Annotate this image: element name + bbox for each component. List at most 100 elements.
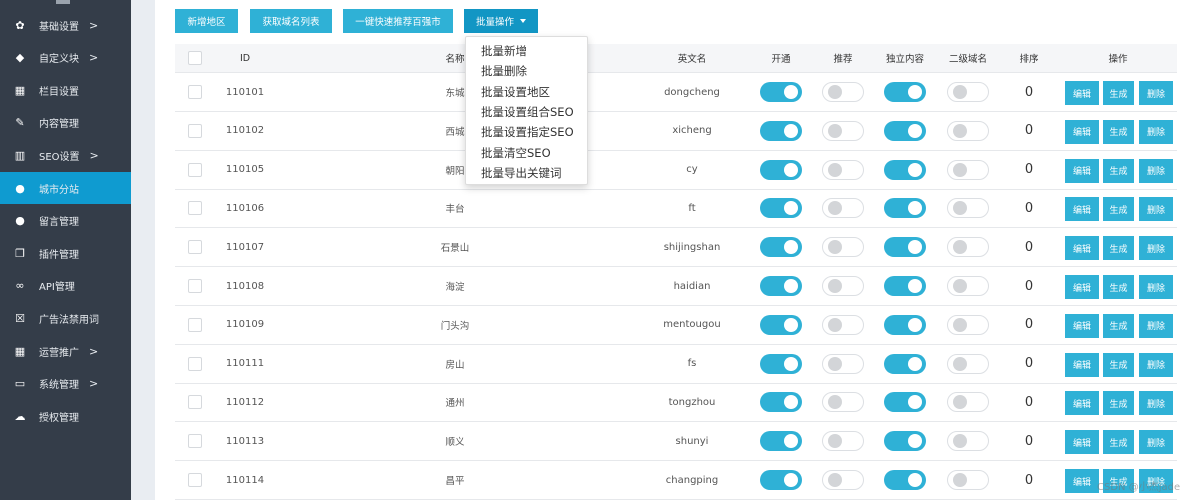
menu-handle-icon[interactable] xyxy=(56,0,70,4)
recommend-toggle[interactable] xyxy=(822,82,864,102)
recommend-toggle[interactable] xyxy=(822,276,864,296)
sidebar-item-10[interactable]: ▦ 运营推广 > xyxy=(0,335,131,367)
batch-operations-button[interactable]: 批量操作 xyxy=(464,9,538,33)
fetch-domain-list-button[interactable]: 获取域名列表 xyxy=(250,9,332,33)
generate-button[interactable]: 生成 xyxy=(1103,236,1134,261)
batch-menu-item[interactable]: 批量导出关键词 xyxy=(466,163,587,183)
add-region-button[interactable]: 新增地区 xyxy=(175,9,238,33)
recommend-top-cities-button[interactable]: 一键快速推荐百强市 xyxy=(343,9,453,33)
edit-button[interactable]: 编辑 xyxy=(1065,430,1099,455)
subdomain-toggle[interactable] xyxy=(947,470,989,490)
independent-content-toggle[interactable] xyxy=(884,470,926,490)
edit-button[interactable]: 编辑 xyxy=(1065,313,1099,338)
row-checkbox[interactable] xyxy=(188,85,202,99)
recommend-toggle[interactable] xyxy=(822,198,864,219)
open-toggle[interactable] xyxy=(760,198,802,219)
delete-button[interactable]: 删除 xyxy=(1139,352,1173,377)
row-checkbox[interactable] xyxy=(188,317,202,332)
generate-button[interactable]: 生成 xyxy=(1103,119,1134,144)
delete-button[interactable]: 删除 xyxy=(1139,391,1173,416)
batch-menu-item[interactable]: 批量清空SEO xyxy=(466,142,587,162)
subdomain-toggle[interactable] xyxy=(947,237,989,258)
generate-button[interactable]: 生成 xyxy=(1103,275,1134,299)
sidebar-item-4[interactable]: ▥ SEO设置 > xyxy=(0,139,131,171)
open-toggle[interactable] xyxy=(760,237,802,258)
edit-button[interactable]: 编辑 xyxy=(1065,275,1099,299)
batch-menu-item[interactable]: 批量新增 xyxy=(466,41,587,61)
generate-button[interactable]: 生成 xyxy=(1103,352,1134,377)
generate-button[interactable]: 生成 xyxy=(1103,430,1134,455)
delete-button[interactable]: 删除 xyxy=(1139,81,1173,105)
select-all-checkbox[interactable] xyxy=(188,51,202,65)
batch-menu-item[interactable]: 批量删除 xyxy=(466,61,587,81)
generate-button[interactable]: 生成 xyxy=(1103,391,1134,416)
sidebar-item-1[interactable]: ◆ 自定义块 > xyxy=(0,42,131,74)
recommend-toggle[interactable] xyxy=(822,237,864,258)
delete-button[interactable]: 删除 xyxy=(1139,275,1173,299)
sidebar-item-6[interactable]: ● 留言管理 xyxy=(0,205,131,237)
subdomain-toggle[interactable] xyxy=(947,353,989,374)
recommend-toggle[interactable] xyxy=(822,392,864,413)
row-checkbox[interactable] xyxy=(188,123,202,138)
open-toggle[interactable] xyxy=(760,314,802,335)
edit-button[interactable]: 编辑 xyxy=(1065,236,1099,261)
open-toggle[interactable] xyxy=(760,470,802,490)
sidebar-item-7[interactable]: ❐ 插件管理 xyxy=(0,237,131,269)
recommend-toggle[interactable] xyxy=(822,159,864,180)
row-checkbox[interactable] xyxy=(188,473,202,487)
row-checkbox[interactable] xyxy=(188,240,202,255)
subdomain-toggle[interactable] xyxy=(947,314,989,335)
open-toggle[interactable] xyxy=(760,431,802,452)
independent-content-toggle[interactable] xyxy=(884,120,926,141)
open-toggle[interactable] xyxy=(760,276,802,296)
sidebar-item-2[interactable]: ▦ 栏目设置 xyxy=(0,74,131,106)
edit-button[interactable]: 编辑 xyxy=(1065,197,1099,222)
open-toggle[interactable] xyxy=(760,120,802,141)
subdomain-toggle[interactable] xyxy=(947,120,989,141)
delete-button[interactable]: 删除 xyxy=(1139,236,1173,261)
independent-content-toggle[interactable] xyxy=(884,431,926,452)
generate-button[interactable]: 生成 xyxy=(1103,313,1134,338)
recommend-toggle[interactable] xyxy=(822,120,864,141)
row-checkbox[interactable] xyxy=(188,162,202,177)
independent-content-toggle[interactable] xyxy=(884,237,926,258)
edit-button[interactable]: 编辑 xyxy=(1065,119,1099,144)
open-toggle[interactable] xyxy=(760,392,802,413)
independent-content-toggle[interactable] xyxy=(884,353,926,374)
subdomain-toggle[interactable] xyxy=(947,82,989,102)
independent-content-toggle[interactable] xyxy=(884,198,926,219)
batch-menu-item[interactable]: 批量设置指定SEO xyxy=(466,122,587,142)
sidebar-item-5[interactable]: ● 城市分站 xyxy=(0,172,131,204)
independent-content-toggle[interactable] xyxy=(884,159,926,180)
generate-button[interactable]: 生成 xyxy=(1103,81,1134,105)
sidebar-item-8[interactable]: ∞ API管理 xyxy=(0,270,131,302)
edit-button[interactable]: 编辑 xyxy=(1065,352,1099,377)
row-checkbox[interactable] xyxy=(188,356,202,371)
row-checkbox[interactable] xyxy=(188,434,202,449)
sidebar-item-11[interactable]: ▭ 系统管理 > xyxy=(0,368,131,400)
subdomain-toggle[interactable] xyxy=(947,431,989,452)
open-toggle[interactable] xyxy=(760,82,802,102)
sidebar-item-3[interactable]: ✎ 内容管理 xyxy=(0,107,131,139)
delete-button[interactable]: 删除 xyxy=(1139,313,1173,338)
delete-button[interactable]: 删除 xyxy=(1139,197,1173,222)
subdomain-toggle[interactable] xyxy=(947,159,989,180)
row-checkbox[interactable] xyxy=(188,395,202,410)
recommend-toggle[interactable] xyxy=(822,353,864,374)
recommend-toggle[interactable] xyxy=(822,470,864,490)
row-checkbox[interactable] xyxy=(188,201,202,216)
sidebar-item-12[interactable]: ☁ 授权管理 xyxy=(0,400,131,432)
recommend-toggle[interactable] xyxy=(822,431,864,452)
sidebar-item-0[interactable]: ✿ 基础设置 > xyxy=(0,9,131,41)
delete-button[interactable]: 删除 xyxy=(1139,430,1173,455)
generate-button[interactable]: 生成 xyxy=(1103,158,1134,183)
open-toggle[interactable] xyxy=(760,353,802,374)
edit-button[interactable]: 编辑 xyxy=(1065,81,1099,105)
open-toggle[interactable] xyxy=(760,159,802,180)
edit-button[interactable]: 编辑 xyxy=(1065,469,1099,493)
independent-content-toggle[interactable] xyxy=(884,314,926,335)
subdomain-toggle[interactable] xyxy=(947,276,989,296)
generate-button[interactable]: 生成 xyxy=(1103,197,1134,222)
recommend-toggle[interactable] xyxy=(822,314,864,335)
edit-button[interactable]: 编辑 xyxy=(1065,158,1099,183)
